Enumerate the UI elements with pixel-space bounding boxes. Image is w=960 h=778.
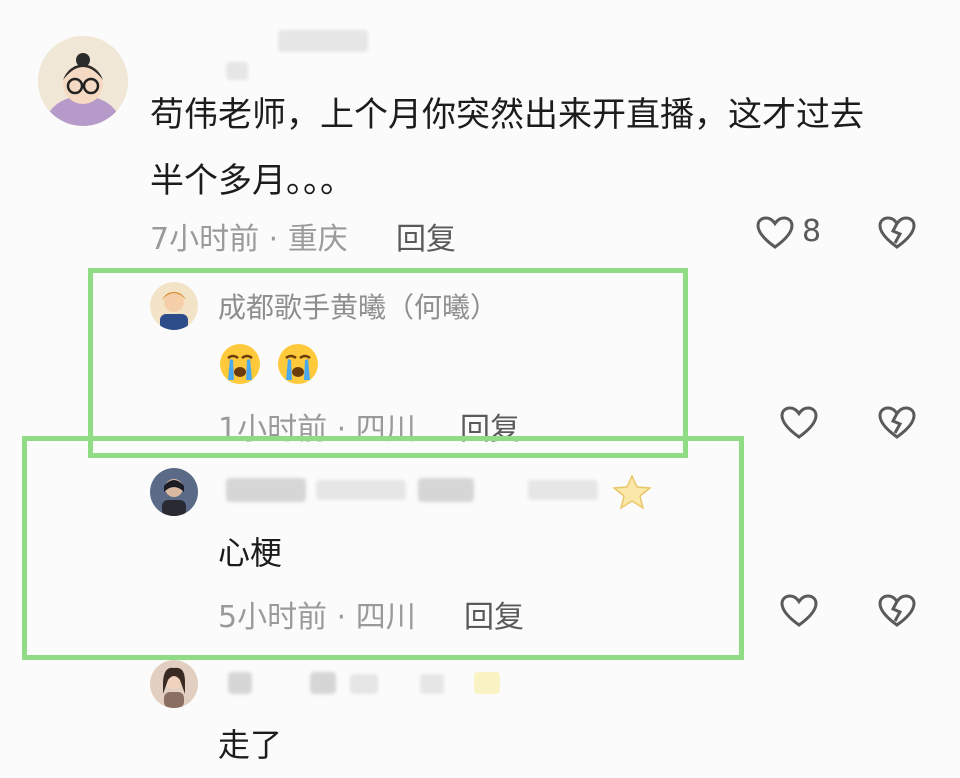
comment-text-line2: 半个多月。。。: [150, 161, 354, 201]
heart-outline-icon[interactable]: [756, 216, 794, 250]
comment-text-line1: 苟伟老师，上个月你突然出来开直播，这才过去: [150, 95, 864, 135]
blurred-username: [420, 674, 444, 694]
broken-heart-icon[interactable]: [878, 216, 916, 250]
reply-button[interactable]: 回复: [396, 214, 456, 258]
heart-outline-icon[interactable]: [780, 594, 818, 628]
reply-avatar[interactable]: [150, 660, 198, 708]
meta-separator: ·: [268, 222, 279, 257]
blurred-username: [278, 30, 368, 52]
blurred-username: [228, 672, 252, 694]
broken-heart-icon[interactable]: [878, 406, 916, 440]
blurred-badge: [474, 672, 500, 694]
reply-text: 走了: [218, 726, 283, 764]
blurred-username: [310, 672, 336, 694]
blurred-username: [350, 674, 378, 694]
blurred-tag: [226, 62, 248, 80]
comment-time: 7小时前: [150, 222, 260, 257]
comment-meta: 7小时前 · 重庆: [150, 214, 348, 258]
avatar[interactable]: [38, 36, 128, 126]
comment-location: 重庆: [287, 222, 348, 257]
highlight-box: [22, 436, 744, 660]
like-count: 8: [802, 214, 822, 249]
highlight-box: [88, 268, 688, 458]
heart-outline-icon[interactable]: [780, 406, 818, 440]
broken-heart-icon[interactable]: [878, 594, 916, 628]
